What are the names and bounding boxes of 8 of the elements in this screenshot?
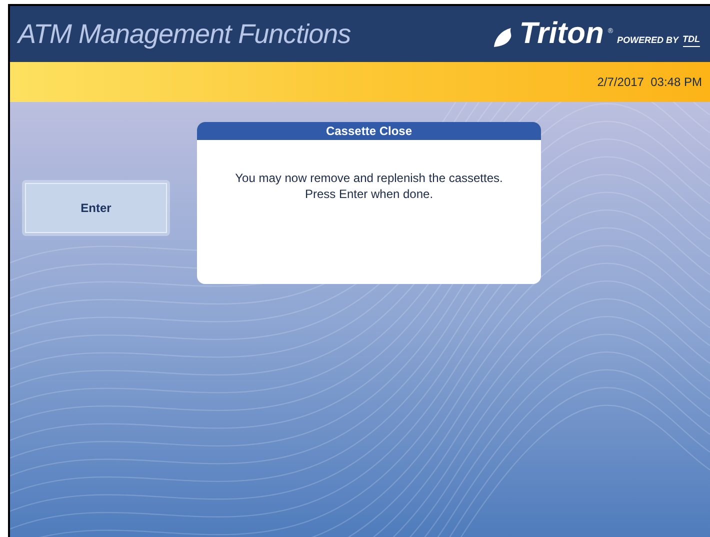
logo-wordmark: Triton — [519, 19, 604, 49]
enter-button[interactable]: Enter — [25, 183, 167, 233]
screen-title: ATM Management Functions — [18, 18, 351, 51]
logo-brand: TDL — [682, 32, 700, 47]
logo-tagline: POWERED BY — [616, 34, 678, 46]
dialog-title: Cassette Close — [326, 123, 412, 140]
date-time: 2/7/2017 03:48 PM — [597, 74, 702, 91]
dialog-message: You may now remove and replenish the cassettes. Press Enter when done. — [235, 170, 503, 203]
